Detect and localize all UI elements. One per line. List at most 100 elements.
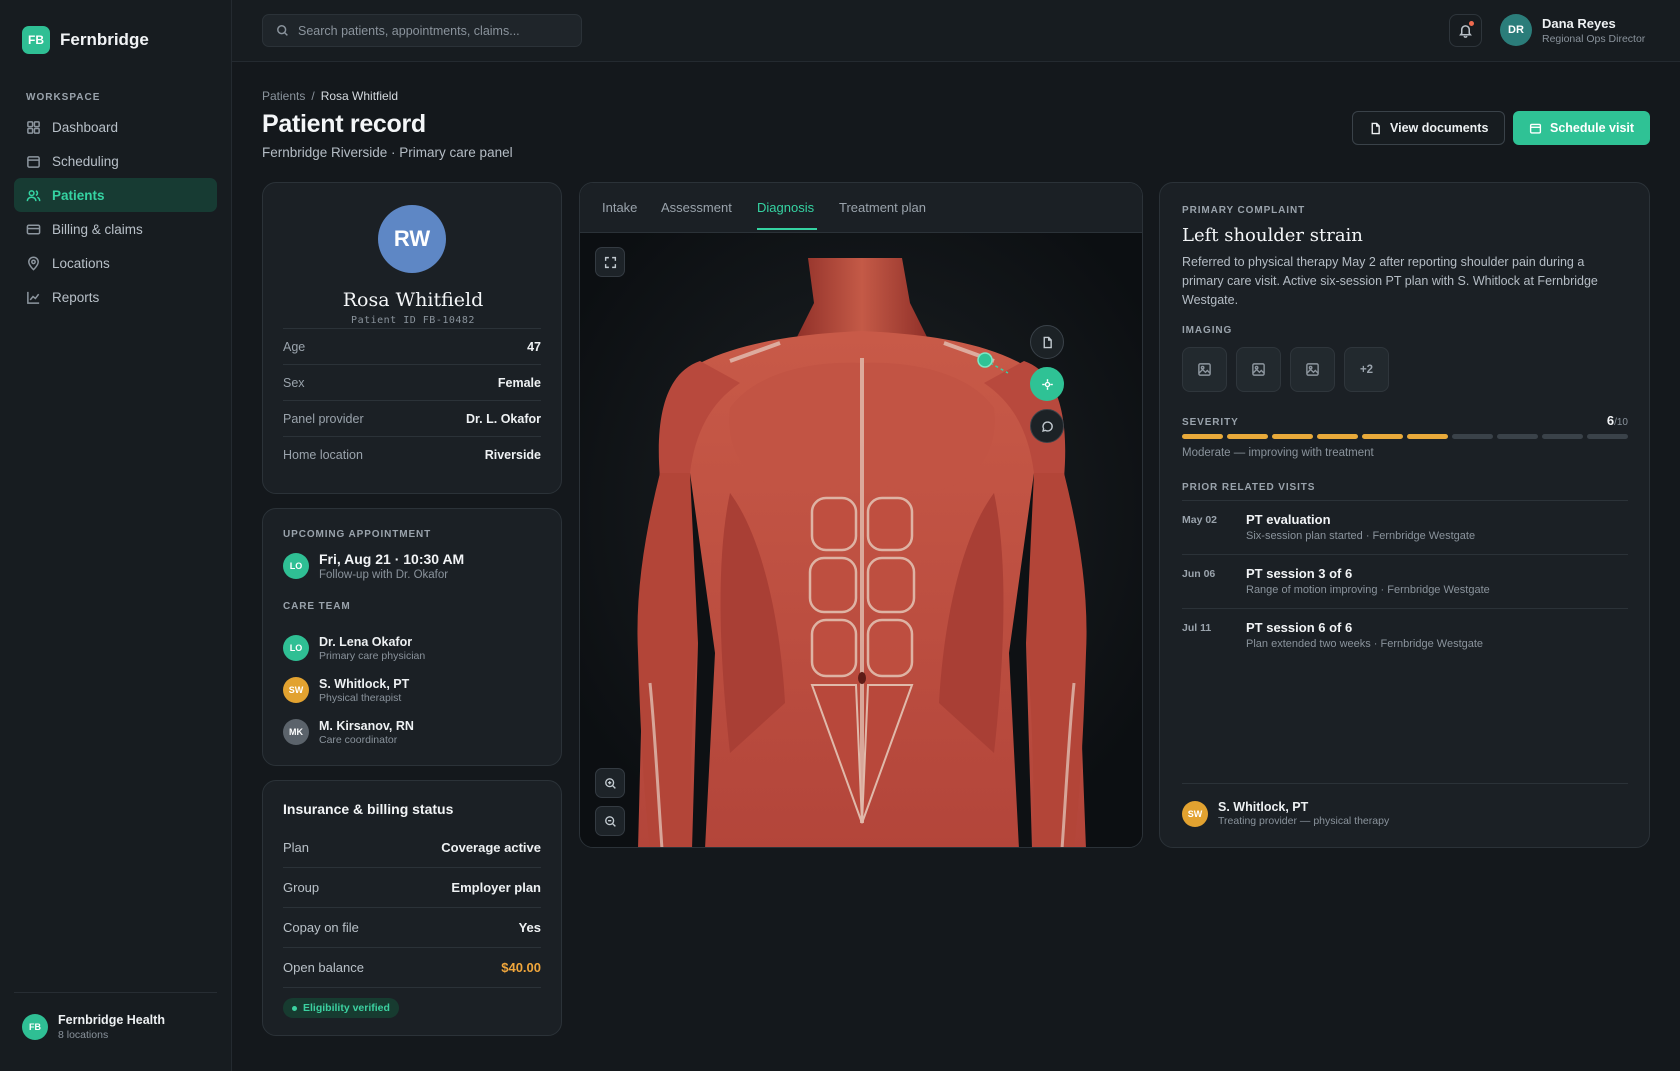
image-icon <box>1306 363 1319 376</box>
brand[interactable]: FB Fernbridge <box>22 26 149 54</box>
annotation-marker[interactable] <box>977 352 993 368</box>
credit-card-icon <box>26 224 41 234</box>
calendar-icon <box>1529 123 1542 134</box>
attach-note-button[interactable] <box>1030 325 1064 359</box>
patient-summary-card: RW Rosa Whitfield Patient ID FB-10482 Ag… <box>262 182 562 494</box>
fullscreen-button[interactable] <box>595 247 625 277</box>
insurance-value: Employer plan <box>451 880 541 895</box>
provider-avatar: SW <box>1182 800 1208 827</box>
visit-date: Jul 11 <box>1182 622 1212 634</box>
detail-value: Dr. L. Okafor <box>465 411 541 426</box>
brand-logo: FB <box>22 26 50 54</box>
care-team-label: CARE TEAM <box>283 601 351 612</box>
grid-icon <box>27 120 40 134</box>
tab-treatment-plan[interactable]: Treatment plan <box>839 200 926 215</box>
member-name: M. Kirsanov, RN <box>319 718 414 733</box>
visit-row[interactable]: May 02 PT evaluation Six-session plan sta… <box>1182 500 1628 554</box>
insurance-row-plan: Plan Coverage active <box>283 828 541 868</box>
sidebar: FB Fernbridge WORKSPACE Dashboard Schedu… <box>0 0 232 1071</box>
imaging-thumbnail[interactable] <box>1236 347 1281 392</box>
view-documents-button[interactable]: View documents <box>1352 111 1506 145</box>
visit-row[interactable]: Jun 06 PT session 3 of 6 Range of motion … <box>1182 554 1628 608</box>
insurance-label: Plan <box>283 840 310 855</box>
status-dot <box>292 1005 297 1011</box>
locate-marker-button[interactable] <box>1030 367 1064 401</box>
user-name: Dana Reyes <box>1542 15 1616 31</box>
insurance-value: Yes <box>518 920 541 935</box>
map-pin-icon <box>28 256 39 271</box>
workspace-label: WORKSPACE <box>26 92 101 103</box>
detail-row-provider: Panel provider Dr. L. Okafor <box>283 400 541 436</box>
detail-value: Female <box>497 375 541 390</box>
insurance-label: Open balance <box>283 960 364 975</box>
page-title: Patient record <box>262 110 426 138</box>
treating-provider[interactable]: SW S. Whitlock, PT Treating provider — p… <box>1182 783 1628 827</box>
search-input[interactable] <box>298 23 568 38</box>
visit-date: Jun 06 <box>1182 568 1216 580</box>
appointment-description: Follow-up with Dr. Okafor <box>319 569 449 581</box>
visit-row[interactable]: Jul 11 PT session 6 of 6 Plan extended tw… <box>1182 608 1628 662</box>
severity-segment <box>1587 434 1628 439</box>
severity-segment <box>1497 434 1538 439</box>
user-avatar: DR <box>1500 14 1532 46</box>
visit-title: PT session 3 of 6 <box>1246 566 1353 581</box>
severity-section: SEVERITY 6/10 Moderate — improving with … <box>1182 413 1628 459</box>
primary-complaint-label: PRIMARY COMPLAINT <box>1182 205 1306 216</box>
sidebar-item-label: Billing & claims <box>52 221 143 237</box>
open-balance-value: $40.00 <box>501 960 541 975</box>
insurance-row-copay: Copay on file Yes <box>283 908 541 948</box>
care-team-member[interactable]: MK M. Kirsanov, RN Care coordinator <box>283 711 425 753</box>
search-box[interactable] <box>262 14 582 47</box>
zoom-in-icon <box>604 777 616 789</box>
prior-visits-label: PRIOR RELATED VISITS <box>1182 482 1316 493</box>
detail-label: Home location <box>283 447 363 462</box>
insurance-value: Coverage active <box>441 840 541 855</box>
schedule-visit-button[interactable]: Schedule visit <box>1513 111 1651 145</box>
sidebar-item-billing[interactable]: Billing & claims <box>14 212 217 246</box>
comment-button[interactable] <box>1030 409 1064 443</box>
member-avatar: SW <box>283 677 309 703</box>
care-team-member[interactable]: LO Dr. Lena Okafor Primary care physician <box>283 627 425 669</box>
upcoming-appointment[interactable]: LO Fri, Aug 21 · 10:30 AM Follow-up with… <box>283 551 464 581</box>
active-tab-indicator <box>757 228 817 230</box>
zoom-out-button[interactable] <box>595 806 625 836</box>
sidebar-nav: Dashboard Scheduling Patients Billing & … <box>14 110 217 314</box>
insurance-row-group: Group Employer plan <box>283 868 541 908</box>
notifications-button[interactable] <box>1449 14 1482 47</box>
tab-intake[interactable]: Intake <box>602 200 637 215</box>
detail-label: Panel provider <box>283 411 364 426</box>
sidebar-item-scheduling[interactable]: Scheduling <box>14 144 217 178</box>
image-icon <box>1198 363 1211 376</box>
anatomy-figure[interactable] <box>580 233 1143 848</box>
sidebar-item-locations[interactable]: Locations <box>14 246 217 280</box>
tab-assessment[interactable]: Assessment <box>661 200 732 215</box>
member-avatar: MK <box>283 719 309 745</box>
breadcrumb-current: Rosa Whitfield <box>320 89 399 103</box>
imaging-thumbnail[interactable] <box>1290 347 1335 392</box>
breadcrumb-patients[interactable]: Patients <box>262 89 305 103</box>
detail-value: 47 <box>527 339 541 354</box>
care-team-member[interactable]: SW S. Whitlock, PT Physical therapist <box>283 669 425 711</box>
visit-detail: Range of motion improving · Fernbridge W… <box>1246 584 1490 596</box>
zoom-in-button[interactable] <box>595 768 625 798</box>
sidebar-item-reports[interactable]: Reports <box>14 280 217 314</box>
organization-switcher[interactable]: FB Fernbridge Health 8 locations <box>14 992 217 1041</box>
user-menu[interactable]: DR Dana Reyes Regional Ops Director <box>1500 14 1645 46</box>
sidebar-item-patients[interactable]: Patients <box>14 178 217 212</box>
calendar-icon <box>27 155 40 168</box>
upcoming-appointment-label: UPCOMING APPOINTMENT <box>283 529 432 540</box>
sidebar-item-label: Locations <box>52 255 110 271</box>
severity-score: 6/10 <box>1607 413 1628 428</box>
imaging-thumbnail[interactable] <box>1182 347 1227 392</box>
imaging-more-button[interactable]: +2 <box>1344 347 1389 392</box>
tab-diagnosis[interactable]: Diagnosis <box>757 200 814 215</box>
visit-date: May 02 <box>1182 514 1218 526</box>
severity-segment <box>1272 434 1313 439</box>
patient-name: Rosa Whitfield <box>342 289 484 311</box>
imaging-thumbnails: +2 <box>1182 347 1628 392</box>
severity-note: Moderate — improving with treatment <box>1182 447 1374 459</box>
severity-segment <box>1317 434 1358 439</box>
detail-row-age: Age 47 <box>283 328 541 364</box>
insurance-label: Group <box>283 880 320 895</box>
sidebar-item-dashboard[interactable]: Dashboard <box>14 110 217 144</box>
